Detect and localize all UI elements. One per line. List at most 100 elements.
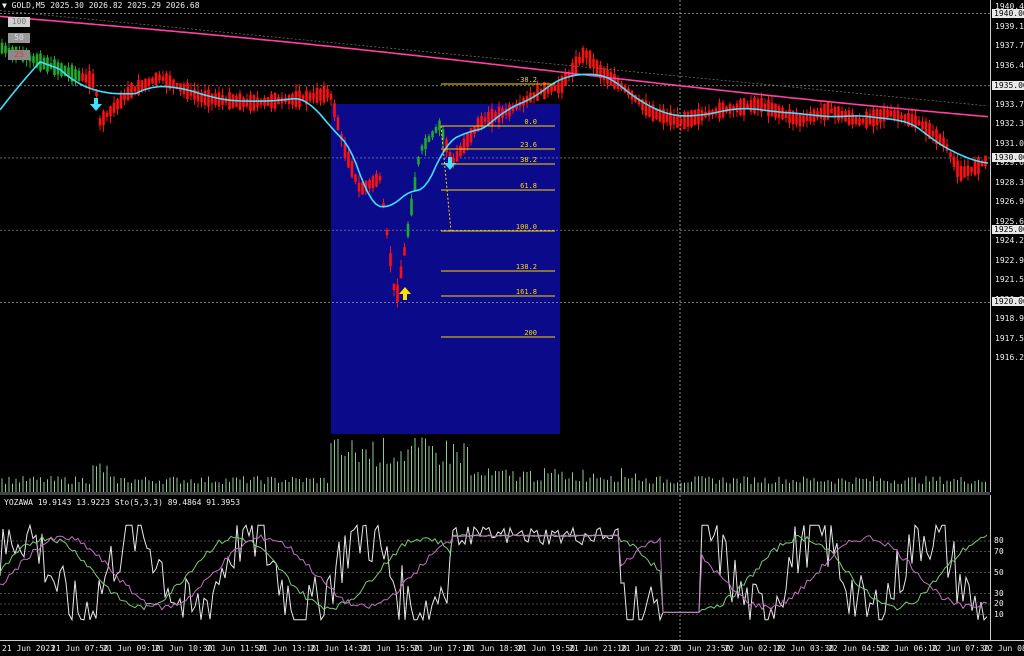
candle-body [392,283,396,291]
candle-body [795,113,798,125]
oscillator-panel[interactable] [0,495,990,640]
candle-body [74,69,77,81]
oscillator-tick-label: 30 [994,588,1004,598]
candle-body [109,106,112,117]
time-tick-label: 21 Jun 10:30 [154,644,213,653]
collapse-triangle-icon[interactable]: ▼ [2,1,7,10]
candle-body [553,85,557,92]
candle-body [413,177,417,191]
candle-body [697,108,700,125]
oscillator-header: YOZAWA 19.9143 13.9223 Sto(5,3,3) 89.486… [4,498,241,507]
candle-body [420,145,424,151]
candle-body [116,98,119,110]
candle-body [693,110,697,125]
oscillator-tick-label: 10 [994,609,1004,619]
candle-body [984,155,987,167]
candle-body [375,173,378,187]
candle-body [245,99,249,107]
candle-body [805,115,809,121]
candle-body [0,42,4,54]
ohlc-values: 2025.30 2026.82 2025.29 2026.68 [50,1,200,10]
price-chart-canvas[interactable]: -38.2 0.0 23.6 38.2 61.8 100.0 138.2 161.8 200 [0,0,990,492]
time-tick-label: 21 Jun 23:50 [672,644,731,653]
price-tick-label: 1928.30 [995,177,1024,187]
candle-body [893,110,896,120]
candle-body [431,131,434,138]
price-tick-label: 1917.55 [995,333,1024,343]
candle-body [193,89,196,100]
price-chart-panel[interactable]: -38.2 0.0 23.6 38.2 61.8 100.0 138.2 161.8 200 [0,0,990,492]
time-tick-label: 21 Jun 09:10 [102,644,161,653]
time-tick-label: 21 Jun 11:50 [206,644,265,653]
candle-body [161,76,165,81]
candle-body [259,99,263,105]
candle-body [931,130,935,137]
price-tick-label: 1924.25 [995,236,1024,245]
candle-body [438,120,441,131]
candle-body [886,109,889,119]
time-tick-label: 21 Jun 14:30 [310,644,368,653]
candle-body [459,145,462,157]
price-tick-label: 1921.55 [995,275,1024,284]
level-price-label: 1930.00 [992,152,1024,162]
candle-body [242,97,245,107]
candle-body [158,74,161,81]
candle-body [581,47,585,63]
candle-body [949,152,952,157]
candle-body [728,104,732,114]
oscillator-tick-label: 70 [994,546,1004,556]
oscillator-scale[interactable]: 80 70 50 30 20 10 [990,495,1024,640]
time-scale[interactable]: 21 Jun 2023 21 Jun 07:50 21 Jun 09:10 21 Ju… [0,640,1024,656]
candle-body [354,174,357,182]
candle-body [819,108,823,119]
candle-body [333,103,336,118]
candle-body [865,111,868,129]
indicator-button-25[interactable]: 25 [8,50,30,60]
candle-body [81,73,84,81]
price-tick-label: 1936.40 [995,60,1024,70]
candle-body [973,160,977,176]
price-tick-label: 1925.60 [995,216,1024,226]
candle-body [154,72,158,86]
price-tick-label: 1931.00 [995,138,1024,148]
candle-body [802,115,805,124]
candle-body [903,114,907,123]
indicator-button-100[interactable]: 100 [8,17,30,27]
price-scale[interactable]: 1940.451939.101937.751936.401935.051933.… [990,0,1024,492]
time-tick-label: 21 Jun 17:10 [413,644,472,653]
chart-window[interactable]: -38.2 0.0 23.6 38.2 61.8 100.0 138.2 161.8 200 ▼… [0,0,1024,655]
candle-body [648,105,651,117]
candle-body [102,111,105,126]
candle-body [203,90,207,106]
candle-body [798,114,802,127]
candle-body [823,103,826,121]
candle-body [592,58,595,68]
candle-body [88,71,91,88]
candle-body [508,104,511,117]
candle-body [921,121,924,130]
candle-body [123,93,126,101]
time-tick-label: 21 Jun 19:50 [517,644,575,653]
slow-moving-average [0,15,989,118]
candle-body [462,138,466,154]
candle-body [326,89,329,98]
candle-body [214,93,217,105]
price-tick-label: 1932.35 [995,119,1024,128]
indicator-button-50[interactable]: 50 [8,33,30,43]
price-tick-label: 1939.10 [995,21,1024,31]
candle-body [788,109,791,123]
oscillator-tick-label: 80 [994,536,1004,545]
candle-body [98,118,102,126]
time-tick-label: 21 Jun 07:50 [51,644,109,653]
oscillator-canvas[interactable] [0,495,990,640]
candle-body [319,88,322,101]
price-tick-label: 1933.70 [995,99,1024,109]
candle-body [868,113,872,125]
candle-body [322,85,326,103]
candle-body [952,156,956,167]
price-tick-label: 1916.20 [995,353,1024,362]
candle-body [917,120,921,126]
candle-body [32,56,35,63]
candle-body [252,95,256,111]
candle-body [483,117,487,123]
